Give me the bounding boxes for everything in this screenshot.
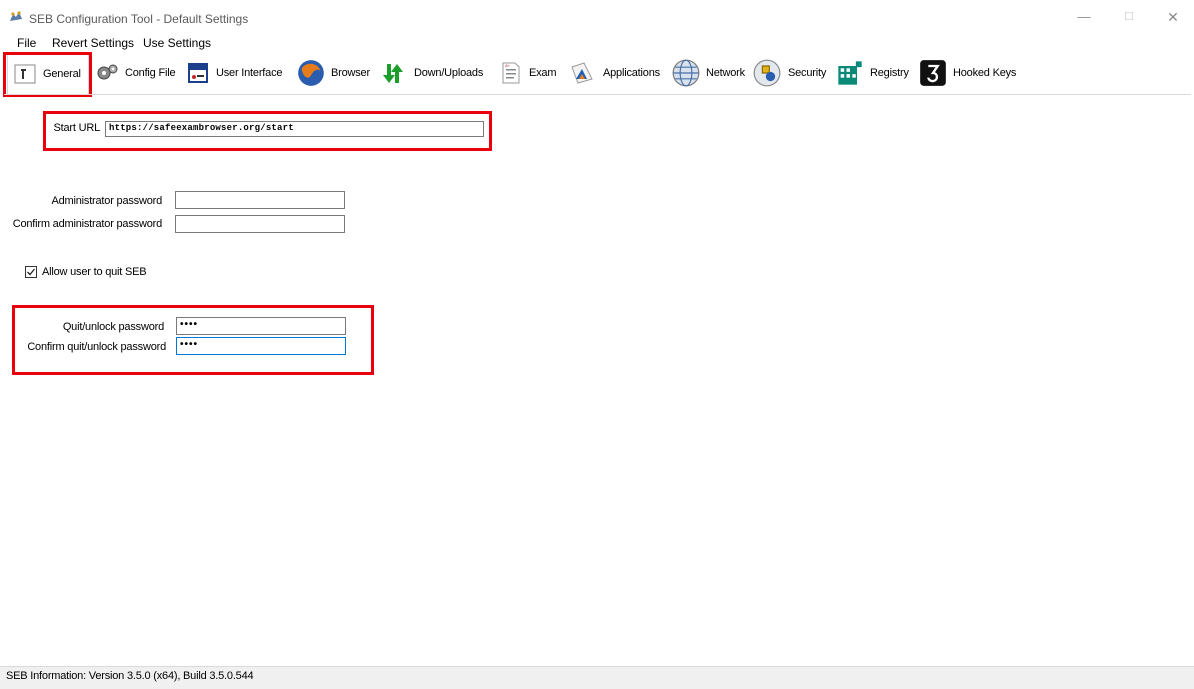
tab-registry[interactable]: Registry [836, 53, 909, 93]
tab-security[interactable]: Security [752, 53, 826, 93]
exam-icon: A+ [502, 62, 520, 84]
admin-password-input[interactable] [175, 191, 345, 209]
config-file-icon [97, 64, 118, 80]
applications-icon [571, 62, 593, 84]
tab-label: Hooked Keys [953, 67, 1017, 79]
maximize-button[interactable]: ☐ [1114, 7, 1144, 27]
tab-applications[interactable]: Applications [567, 53, 660, 93]
minimize-button[interactable]: — [1069, 7, 1099, 27]
browser-icon [298, 60, 324, 86]
close-button[interactable]: ✕ [1158, 7, 1188, 27]
tab-label: Applications [603, 67, 660, 79]
tab-hooked-keys[interactable]: Hooked Keys [919, 53, 1016, 93]
tab-label: Security [788, 67, 827, 79]
admin-password-label: Administrator password [51, 195, 162, 207]
confirm-admin-password-label: Confirm administrator password [12, 218, 162, 230]
tab-exam[interactable]: A+ Exam [499, 53, 557, 93]
checkmark-icon [27, 268, 36, 276]
menu-use-settings[interactable]: Use Settings [143, 36, 211, 50]
highlight-general-tab [3, 52, 92, 97]
confirm-admin-password-input[interactable] [175, 215, 345, 233]
hooked-keys-icon [920, 60, 946, 86]
confirm-quit-password-label: Confirm quit/unlock password [27, 341, 166, 353]
tab-label: Down/Uploads [414, 67, 484, 79]
tab-label: Config File [125, 67, 176, 79]
general-settings-panel [4, 94, 1191, 662]
menu-revert-settings[interactable]: Revert Settings [52, 36, 134, 50]
tab-network[interactable]: Network [672, 53, 745, 93]
allow-quit-checkbox[interactable] [25, 266, 37, 278]
tab-config-file[interactable]: Config File [95, 53, 176, 93]
start-url-input[interactable]: https://safeexambrowser.org/start [105, 121, 484, 137]
security-icon [753, 59, 781, 87]
quit-password-input[interactable]: •••• [176, 317, 346, 335]
tab-label: Network [706, 67, 745, 79]
registry-icon [838, 61, 862, 85]
network-icon [672, 59, 700, 87]
user-interface-icon [188, 63, 208, 83]
status-text: SEB Information: Version 3.5.0 (x64), Bu… [6, 670, 254, 682]
down-uploads-icon [383, 64, 403, 83]
seb-app-icon [10, 11, 22, 21]
quit-password-label: Quit/unlock password [62, 321, 164, 333]
tab-label: Exam [529, 67, 557, 79]
window-title: SEB Configuration Tool - Default Setting… [29, 12, 249, 26]
start-url-label: Start URL [53, 122, 101, 134]
tab-label: Registry [870, 67, 909, 79]
allow-quit-label[interactable]: Allow user to quit SEB [42, 266, 147, 278]
tab-label: Browser [331, 67, 370, 79]
tab-strip: General Config File User Interface Brows… [4, 52, 1024, 96]
confirm-quit-password-input[interactable]: •••• [176, 337, 346, 355]
tab-user-interface[interactable]: User Interface [186, 53, 282, 93]
menu-file[interactable]: File [17, 36, 36, 50]
tab-label: User Interface [216, 67, 283, 79]
tab-browser[interactable]: Browser [297, 53, 370, 93]
tab-down-uploads[interactable]: Down/Uploads [378, 53, 483, 93]
